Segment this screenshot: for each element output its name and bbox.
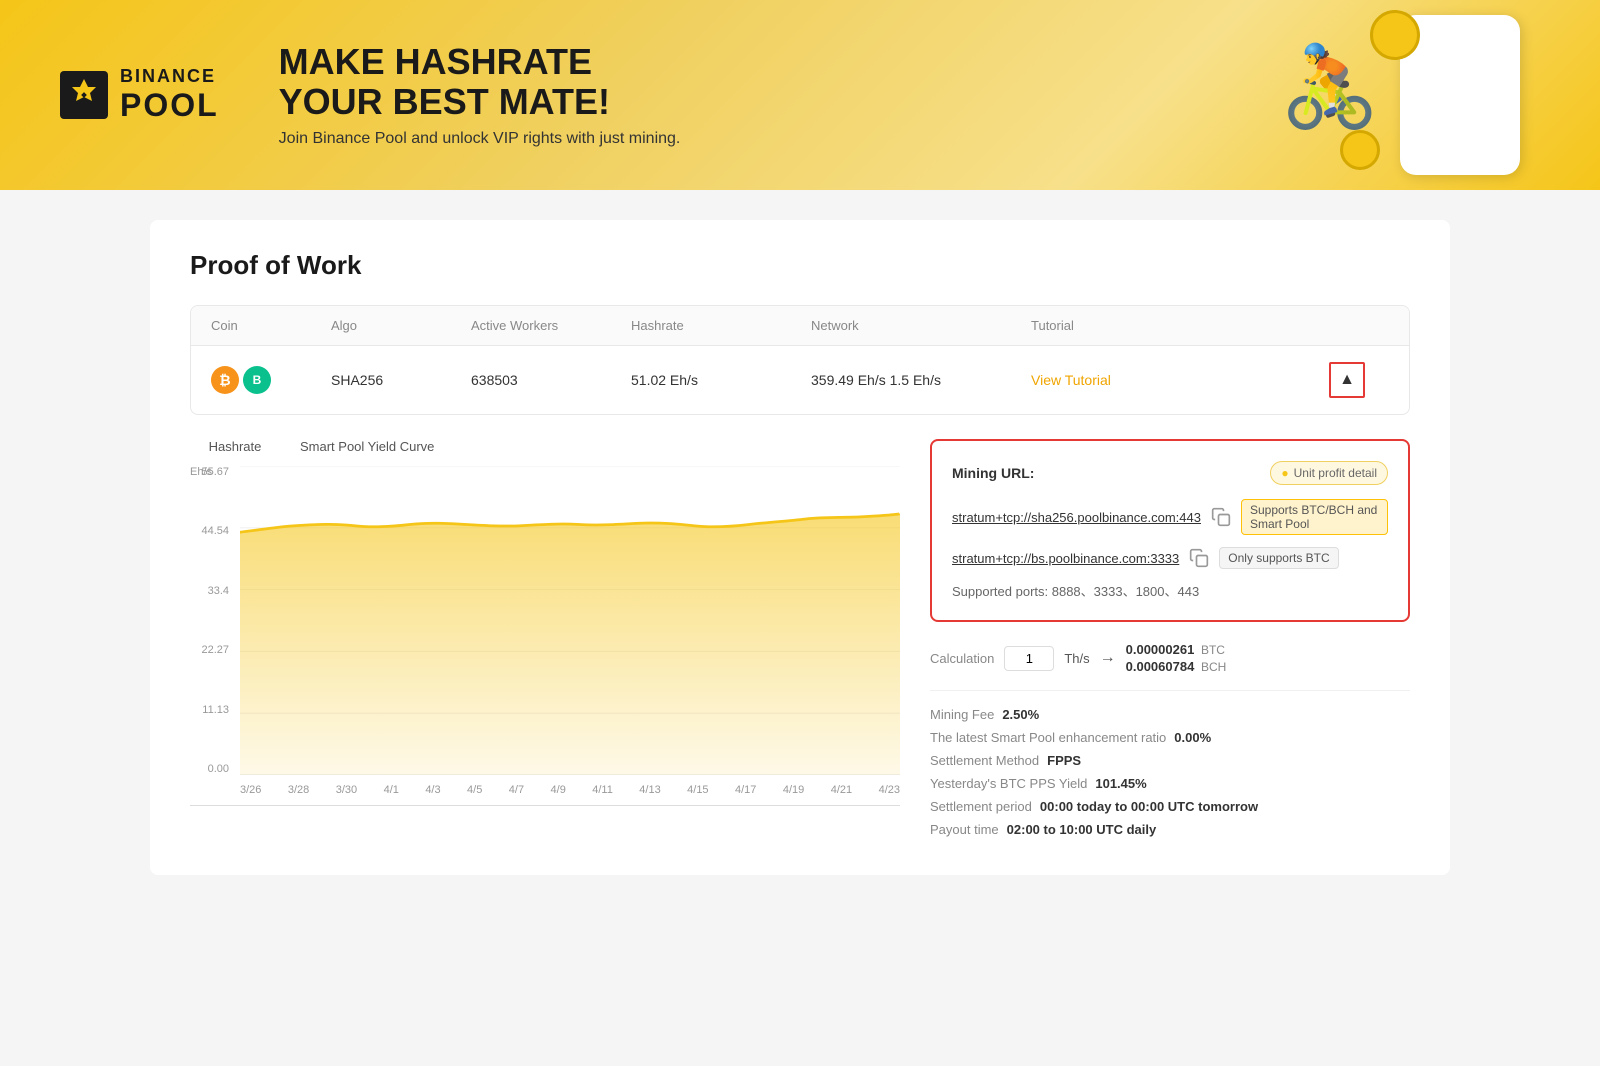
- table-header: Coin Algo Active Workers Hashrate Networ…: [191, 306, 1409, 346]
- chart-info-section: Hashrate Smart Pool Yield Curve Eh/s 55.…: [190, 439, 1410, 845]
- info-row-settlement-period: Settlement period 00:00 today to 00:00 U…: [930, 799, 1410, 814]
- logo-text: BINANCE POOL: [120, 66, 219, 124]
- banner-logo: BINANCE POOL: [60, 66, 219, 124]
- info-row-btc-pps: Yesterday's BTC PPS Yield 101.45%: [930, 776, 1410, 791]
- url-1-link[interactable]: stratum+tcp://sha256.poolbinance.com:443: [952, 510, 1201, 525]
- expand-cell: ▲: [1329, 362, 1389, 398]
- copy-icon-1[interactable]: [1211, 507, 1231, 527]
- info-row-smart-pool: The latest Smart Pool enhancement ratio …: [930, 730, 1410, 745]
- th-active-workers: Active Workers: [471, 318, 631, 333]
- supported-ports: Supported ports: 8888、3333、1800、443: [952, 581, 1388, 600]
- url-2-link[interactable]: stratum+tcp://bs.poolbinance.com:3333: [952, 551, 1179, 566]
- smart-pool-dot: [281, 443, 291, 453]
- url-row-1: stratum+tcp://sha256.poolbinance.com:443…: [952, 499, 1388, 535]
- th-tutorial: Tutorial: [1031, 318, 1329, 333]
- chart-wrapper: Eh/s 55.67 44.54 33.4 22.27 11.13 0.00: [190, 466, 900, 806]
- chart-svg: [240, 466, 900, 775]
- copy-icon-2[interactable]: [1189, 548, 1209, 568]
- mining-url-title: Mining URL:: [952, 465, 1034, 481]
- table-row: ₿ B SHA256 638503 51.02 Eh/s 359.49 Eh/s…: [191, 346, 1409, 414]
- url-1-badge: Supports BTC/BCH and Smart Pool: [1241, 499, 1388, 535]
- view-tutorial-button[interactable]: View Tutorial: [1031, 372, 1111, 388]
- page-title: Proof of Work: [190, 250, 1410, 281]
- x-axis: 3/26 3/28 3/30 4/1 4/3 4/5 4/7 4/9 4/11 …: [240, 775, 900, 805]
- chart-section: Hashrate Smart Pool Yield Curve Eh/s 55.…: [190, 439, 900, 845]
- info-rows: Mining Fee 2.50% The latest Smart Pool e…: [930, 707, 1410, 837]
- main-content: Proof of Work Coin Algo Active Workers H…: [150, 220, 1450, 875]
- calc-bch-result: 0.00060784 BCH: [1126, 659, 1227, 674]
- logo-pool-text: POOL: [120, 87, 219, 124]
- th-algo: Algo: [331, 318, 471, 333]
- th-hashrate: Hashrate: [631, 318, 811, 333]
- logo-binance-text: BINANCE: [120, 66, 219, 87]
- th-coin: Coin: [211, 318, 331, 333]
- banner: BINANCE POOL MAKE HASHRATE YOUR BEST MAT…: [0, 0, 1600, 190]
- mining-url-header: Mining URL: ● Unit profit detail: [952, 461, 1388, 485]
- cyclist-illustration: 🚴: [1280, 40, 1380, 134]
- binance-logo-icon: [60, 71, 108, 119]
- calc-results: 0.00000261 BTC 0.00060784 BCH: [1126, 642, 1227, 674]
- algo-value: SHA256: [331, 372, 471, 388]
- info-panel: Mining URL: ● Unit profit detail stratum…: [930, 439, 1410, 845]
- info-row-settlement-method: Settlement Method FPPS: [930, 753, 1410, 768]
- y-axis: 55.67 44.54 33.4 22.27 11.13 0.00: [190, 466, 235, 775]
- hashrate-dot: [190, 443, 200, 453]
- banner-illustration: 🚴: [1100, 0, 1600, 190]
- bch-icon: B: [243, 366, 271, 394]
- info-row-mining-fee: Mining Fee 2.50%: [930, 707, 1410, 722]
- active-workers-value: 638503: [471, 372, 631, 388]
- legend-hashrate: Hashrate: [190, 439, 261, 454]
- coin-illustration-2: [1340, 130, 1380, 170]
- calc-section: Calculation Th/s → 0.00000261 BTC 0.0006…: [930, 642, 1410, 691]
- network-value: 359.49 Eh/s 1.5 Eh/s: [811, 372, 1031, 388]
- info-row-payout-time: Payout time 02:00 to 10:00 UTC daily: [930, 822, 1410, 837]
- mining-url-card: Mining URL: ● Unit profit detail stratum…: [930, 439, 1410, 622]
- btc-icon: ₿: [211, 366, 239, 394]
- coin-icons: ₿ B: [211, 366, 331, 394]
- hashrate-value: 51.02 Eh/s: [631, 372, 811, 388]
- chart-area: [240, 466, 900, 775]
- expand-button[interactable]: ▲: [1329, 362, 1365, 398]
- pow-table: Coin Algo Active Workers Hashrate Networ…: [190, 305, 1410, 415]
- unit-profit-button[interactable]: ● Unit profit detail: [1270, 461, 1388, 485]
- url-2-badge: Only supports BTC: [1219, 547, 1338, 569]
- tutorial-cell: View Tutorial: [1031, 372, 1329, 388]
- chart-legend: Hashrate Smart Pool Yield Curve: [190, 439, 900, 454]
- legend-smart-pool: Smart Pool Yield Curve: [281, 439, 434, 454]
- arrow-icon: →: [1100, 649, 1116, 667]
- th-expand: [1329, 318, 1389, 333]
- calc-btc-result: 0.00000261 BTC: [1126, 642, 1227, 657]
- th-network: Network: [811, 318, 1031, 333]
- calc-unit: Th/s: [1064, 651, 1089, 666]
- url-row-2: stratum+tcp://bs.poolbinance.com:3333 On…: [952, 547, 1388, 569]
- calc-label: Calculation: [930, 651, 994, 666]
- calc-input[interactable]: [1004, 646, 1054, 671]
- calc-row: Calculation Th/s → 0.00000261 BTC 0.0006…: [930, 642, 1410, 674]
